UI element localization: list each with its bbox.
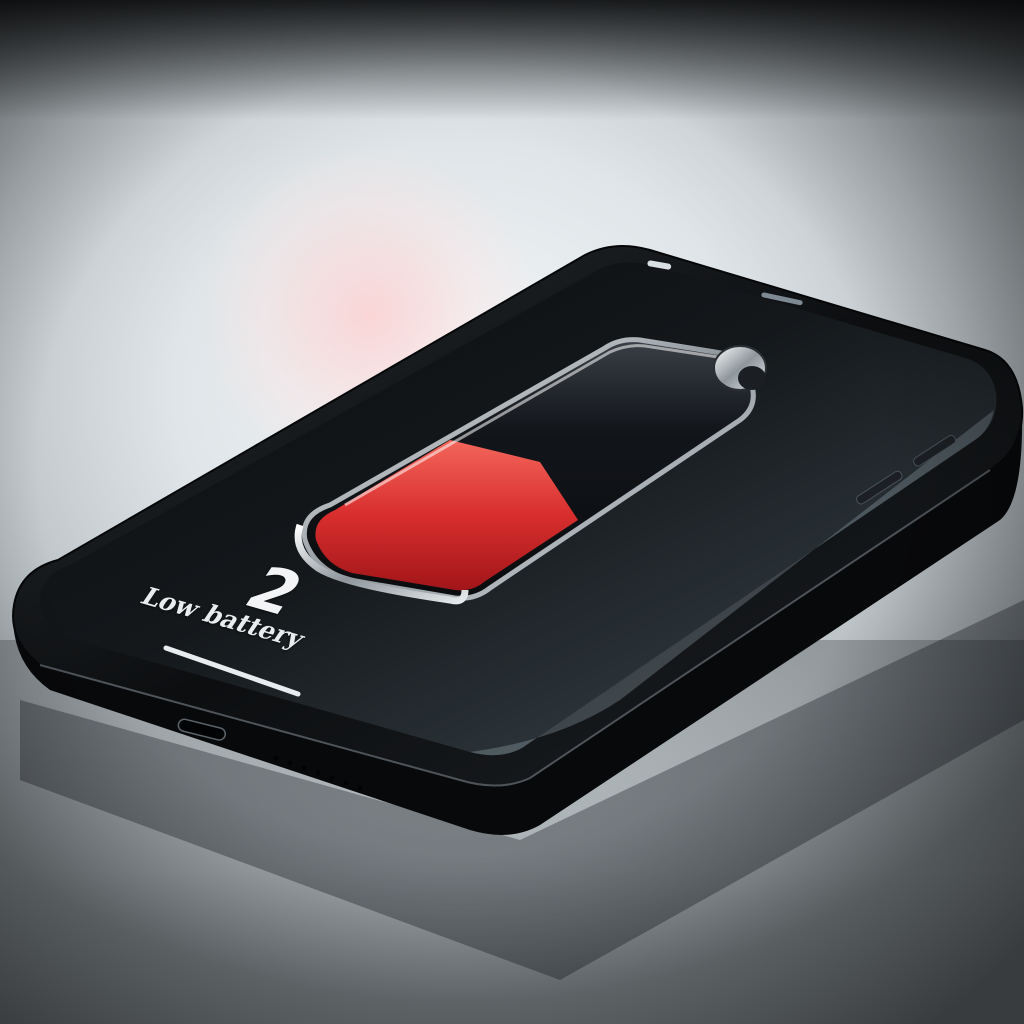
battery-terminal-inner: [738, 366, 766, 390]
phone-illustration: [12, 245, 1024, 980]
